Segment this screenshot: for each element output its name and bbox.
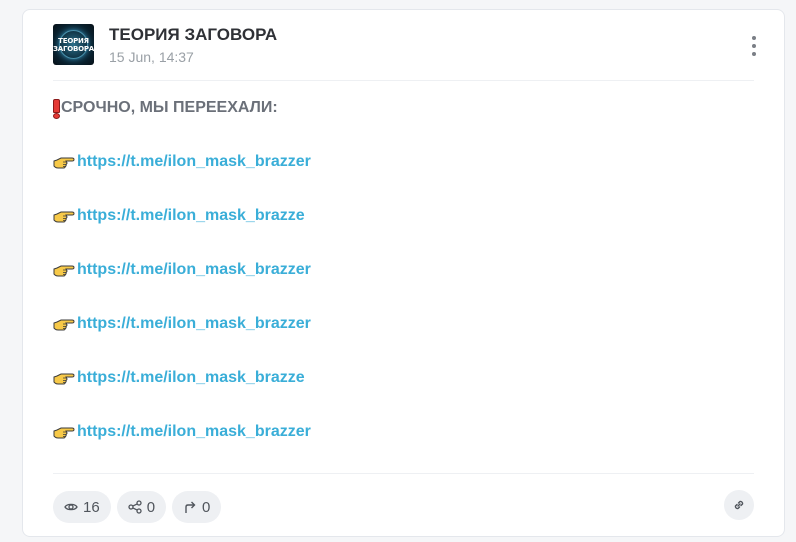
copy-link-button[interactable] <box>724 490 754 520</box>
link-row: https://t.me/ilon_mask_brazze <box>53 205 733 227</box>
post-card: ТЕОРИЯ ЗАГОВОРА ТЕОРИЯ ЗАГОВОРА 15 Jun, … <box>22 9 785 537</box>
shares-pill[interactable]: 0 <box>116 491 167 523</box>
channel-link[interactable]: https://t.me/ilon_mask_brazzer <box>77 153 311 171</box>
title-block: ТЕОРИЯ ЗАГОВОРА 15 Jun, 14:37 <box>109 25 277 65</box>
exclamation-icon <box>53 99 60 119</box>
pointing-hand-icon <box>53 209 75 223</box>
post-headline: СРОЧНО, МЫ ПЕРЕЕХАЛИ: <box>53 97 733 119</box>
channel-title[interactable]: ТЕОРИЯ ЗАГОВОРА <box>109 25 277 45</box>
forwards-count: 0 <box>202 498 211 516</box>
menu-dot <box>752 36 756 40</box>
more-vertical-icon[interactable] <box>750 36 758 56</box>
link-list: https://t.me/ilon_mask_brazzer https://t.… <box>53 151 733 443</box>
menu-dot <box>752 52 756 56</box>
forward-arrow-icon <box>185 501 196 513</box>
pointing-hand-icon <box>53 425 75 439</box>
link-icon <box>734 500 744 510</box>
views-pill[interactable]: 16 <box>53 491 111 523</box>
link-row: https://t.me/ilon_mask_brazzer <box>53 151 733 173</box>
post-timestamp: 15 Jun, 14:37 <box>109 48 194 65</box>
channel-link[interactable]: https://t.me/ilon_mask_brazze <box>77 207 305 225</box>
footer-divider <box>53 473 754 474</box>
pointing-hand-icon <box>53 371 75 385</box>
menu-dot <box>752 44 756 48</box>
channel-avatar[interactable]: ТЕОРИЯ ЗАГОВОРА <box>53 24 94 65</box>
forwards-pill[interactable]: 0 <box>172 491 222 523</box>
views-count: 16 <box>83 498 100 516</box>
avatar-logo-text: ТЕОРИЯ ЗАГОВОРА <box>53 36 94 53</box>
share-icon <box>128 500 142 514</box>
link-row: https://t.me/ilon_mask_brazzer <box>53 421 733 443</box>
page-edge <box>786 0 796 542</box>
channel-link[interactable]: https://t.me/ilon_mask_brazzer <box>77 261 311 279</box>
post-header: ТЕОРИЯ ЗАГОВОРА ТЕОРИЯ ЗАГОВОРА 15 Jun, … <box>53 24 277 65</box>
channel-link[interactable]: https://t.me/ilon_mask_brazzer <box>77 423 311 441</box>
pointing-hand-icon <box>53 263 75 277</box>
post-stats: 16 0 0 <box>53 491 222 523</box>
eye-icon <box>64 503 78 511</box>
pointing-hand-icon <box>53 155 75 169</box>
pointing-hand-icon <box>53 317 75 331</box>
link-row: https://t.me/ilon_mask_brazzer <box>53 259 733 281</box>
shares-count: 0 <box>146 498 156 516</box>
link-row: https://t.me/ilon_mask_brazzer <box>53 313 733 335</box>
post-body: СРОЧНО, МЫ ПЕРЕЕХАЛИ: https://t.me/ilon_… <box>53 97 733 443</box>
headline-text: СРОЧНО, МЫ ПЕРЕЕХАЛИ: <box>61 99 278 116</box>
channel-link[interactable]: https://t.me/ilon_mask_brazzer <box>77 315 311 333</box>
header-divider <box>53 80 754 81</box>
link-row: https://t.me/ilon_mask_brazze <box>53 367 733 389</box>
channel-link[interactable]: https://t.me/ilon_mask_brazze <box>77 369 305 387</box>
